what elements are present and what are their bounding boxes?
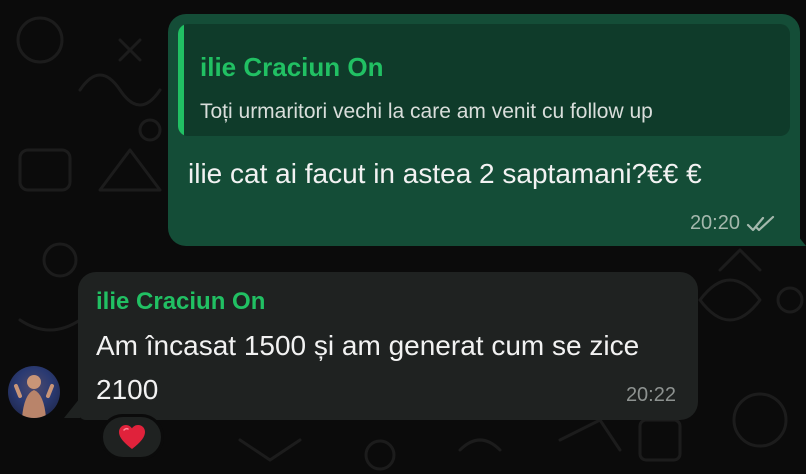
avatar[interactable]: [8, 366, 60, 418]
avatar-figure-icon: [14, 375, 54, 418]
quote-accent-bar: [178, 24, 184, 136]
heart-icon: [119, 425, 145, 449]
quote-author: ilie Craciun On: [200, 52, 384, 82]
outgoing-message-meta: 20:20: [690, 212, 776, 235]
message-time: 20:22: [625, 384, 676, 406]
incoming-message-meta: 20:22: [626, 384, 676, 407]
sender-name[interactable]: ilie Craciun On: [96, 288, 265, 316]
double-check-icon: [746, 215, 775, 231]
reaction-badge[interactable]: [100, 414, 164, 460]
quoted-reply[interactable]: ilie Craciun On Toți urmaritori vechi la…: [178, 24, 790, 136]
incoming-message-text: Am încasat 1500 și am generat cum se zic…: [96, 330, 640, 405]
incoming-message[interactable]: ilie Craciun On Am încasat 1500 și am ge…: [78, 272, 698, 420]
outgoing-message-text: ilie cat ai facut in astea 2 saptamani?€…: [188, 158, 702, 189]
message-time: 20:20: [689, 212, 740, 234]
quote-text: Toți urmaritori vechi la care am venit c…: [200, 100, 653, 123]
outgoing-message[interactable]: ilie Craciun On Toți urmaritori vechi la…: [168, 14, 800, 246]
incoming-bubble-tail: [64, 398, 80, 418]
outgoing-bubble-tail: [790, 226, 806, 246]
